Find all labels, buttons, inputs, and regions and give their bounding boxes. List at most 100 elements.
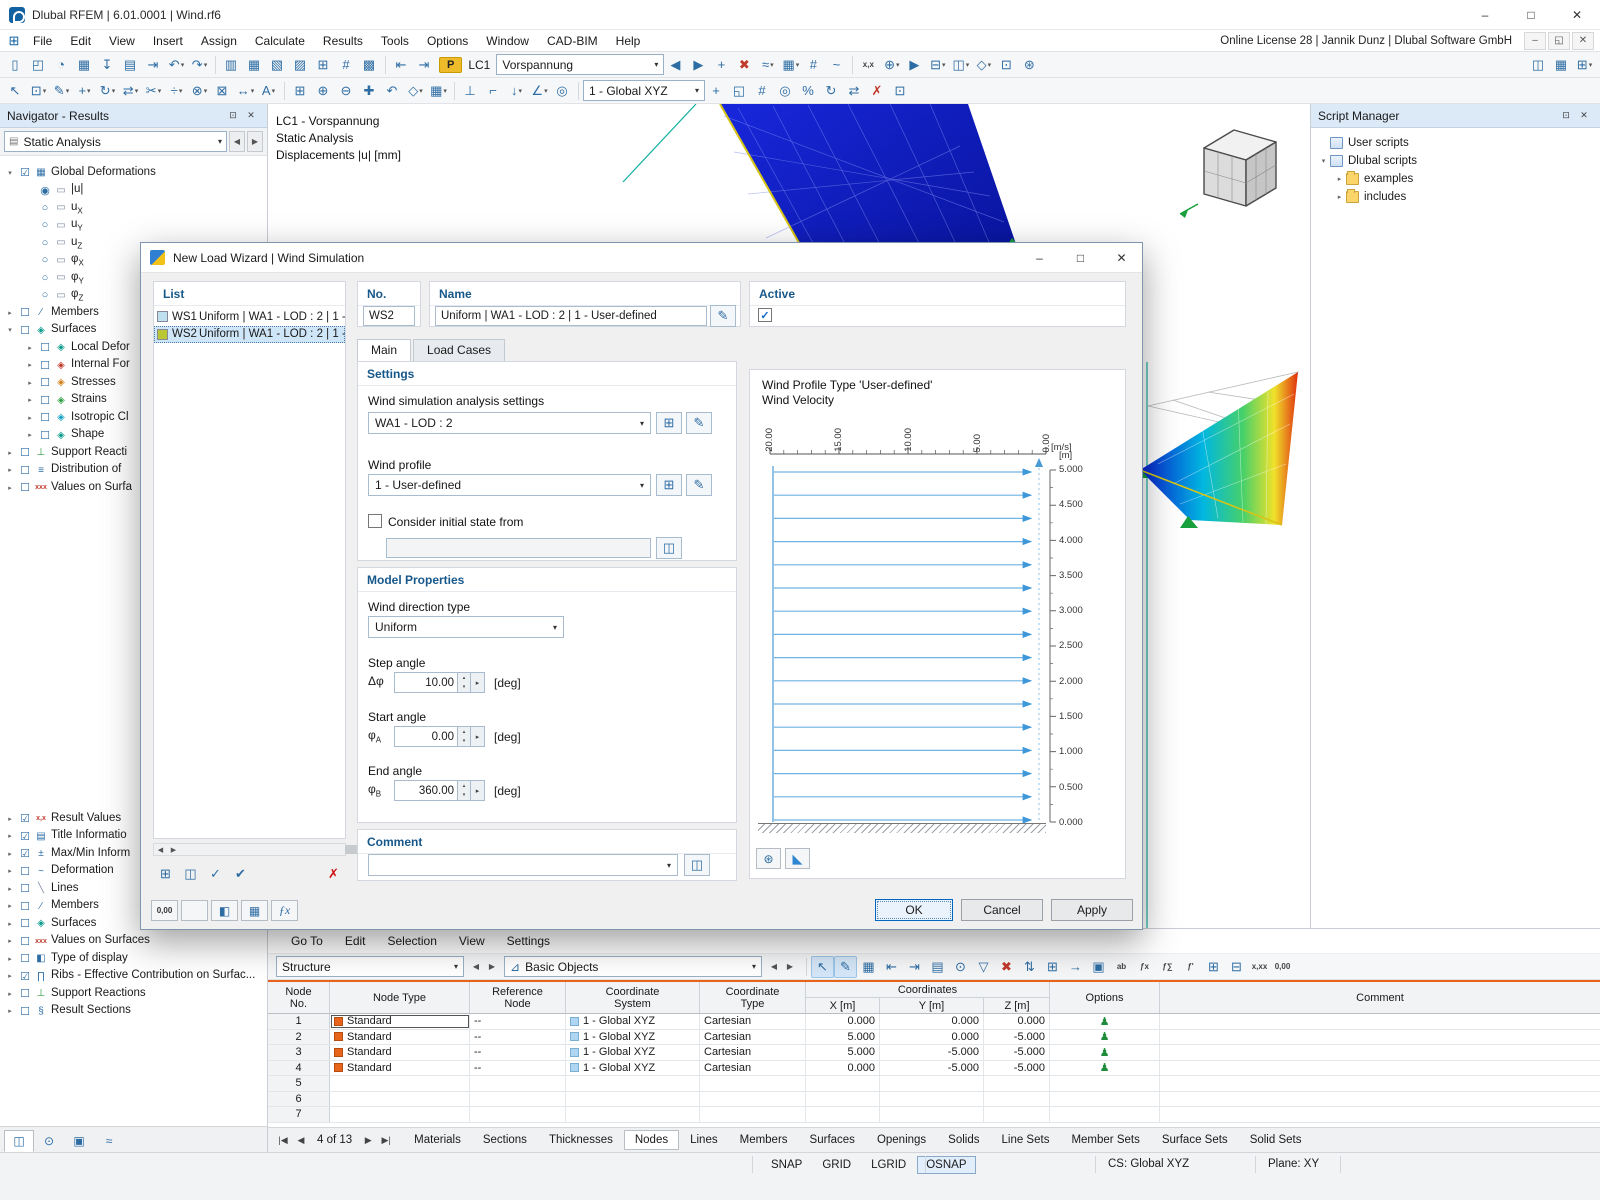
app-menu-icon[interactable]: ⊞ — [4, 33, 24, 49]
values-on-surfaces-icon[interactable]: x,x — [857, 54, 880, 76]
step-angle-step-button[interactable]: ▸ — [471, 672, 485, 693]
end-angle-input[interactable]: 360.00 — [394, 780, 458, 801]
table-row[interactable]: 5 ♟ — [268, 1076, 1600, 1092]
edit-load-cases-icon[interactable]: + — [710, 54, 733, 76]
tree-item[interactable]: ○ ▭ uY — [0, 217, 267, 235]
float-panel-icon[interactable]: ⊡ — [224, 108, 242, 124]
check-icon[interactable]: ☐ — [17, 306, 33, 319]
move-row-icon[interactable]: ⇅ — [1018, 956, 1041, 978]
analysis-settings-combo[interactable]: WA1 - LOD : 2 ▾ — [368, 412, 651, 434]
divide-icon[interactable]: ÷▾ — [165, 80, 188, 102]
previous-table-icon[interactable]: ◀ — [292, 1135, 310, 1146]
edit-wind-profile-button[interactable]: ✎ — [686, 474, 712, 496]
delete-results-icon[interactable]: ✖ — [733, 54, 756, 76]
expander-icon[interactable]: ▾ — [3, 169, 17, 177]
graphic-printing-icon[interactable]: ⊞ — [312, 54, 335, 76]
filter-icon[interactable]: ▽ — [972, 956, 995, 978]
zoom-window-icon[interactable]: ⊞ — [289, 80, 312, 102]
menu-item[interactable]: Insert — [144, 30, 192, 51]
name-field[interactable]: Uniform | WA1 - LOD : 2 | 1 - User-defin… — [435, 306, 707, 326]
charts-tab-icon[interactable]: ≈ — [94, 1130, 124, 1152]
load-cases-icon[interactable]: ⇥ — [413, 54, 436, 76]
rename-button[interactable]: ✎ — [710, 305, 736, 327]
load-case-combo[interactable]: Vorspannung ▾ — [496, 54, 664, 75]
statistics-icon[interactable]: ƒ' — [1179, 956, 1202, 978]
check-icon[interactable]: ☐ — [17, 1005, 33, 1018]
check-icon[interactable]: ☐ — [17, 900, 33, 913]
table-tab[interactable]: Solid Sets — [1239, 1130, 1313, 1150]
deformation-scale-icon[interactable]: ~ — [825, 54, 848, 76]
comment-browse-button[interactable]: ◫ — [684, 854, 710, 876]
check-icon[interactable]: ☑ — [17, 970, 33, 983]
objects-combo[interactable]: ⊿ Basic Objects ▾ — [504, 956, 762, 977]
check-icon[interactable]: ☑ — [17, 847, 33, 860]
edit-analysis-settings-button[interactable]: ✎ — [686, 412, 712, 434]
export-table-icon[interactable]: ⇥ — [903, 956, 926, 978]
new-load-case-icon[interactable]: ⇤ — [390, 54, 413, 76]
minimize-panels-icon[interactable]: – — [1524, 32, 1546, 50]
dialog-minimize-button[interactable]: – — [1019, 243, 1060, 272]
pan-icon[interactable]: ✚ — [358, 80, 381, 102]
expander-icon[interactable]: ▸ — [3, 937, 17, 945]
table-tab[interactable]: Nodes — [624, 1130, 679, 1150]
check-icon[interactable]: ☐ — [17, 324, 33, 337]
new-wind-load-icon[interactable]: ⊞ — [153, 863, 178, 886]
structure-back-icon[interactable]: ◀ — [468, 956, 484, 978]
table-tab[interactable]: Member Sets — [1060, 1130, 1150, 1150]
sections-icon[interactable]: # — [335, 54, 358, 76]
select-row-icon[interactable]: ↖ — [811, 956, 834, 978]
tree-item[interactable]: ▸ ☐ ◧ Type of display — [0, 950, 267, 968]
spellcheck-icon[interactable]: ab — [1110, 956, 1133, 978]
result-values-icon[interactable]: # — [802, 54, 825, 76]
list-horizontal-scrollbar[interactable]: ◀▶ — [153, 843, 346, 856]
layout-icon[interactable]: ⊞▾ — [1573, 54, 1596, 76]
check-icon[interactable]: ☑ — [17, 830, 33, 843]
table-tab[interactable]: Surface Sets — [1151, 1130, 1239, 1150]
formula-button[interactable]: ƒx — [271, 900, 298, 921]
expander-icon[interactable]: ▸ — [23, 414, 37, 422]
display-options-button[interactable]: ◧ — [211, 900, 238, 921]
guide-objects-icon[interactable]: ◎ — [551, 80, 574, 102]
save-icon[interactable]: ↧ — [96, 54, 119, 76]
expander-icon[interactable]: ▸ — [3, 972, 17, 980]
initial-state-checkbox[interactable] — [368, 514, 382, 528]
menu-item[interactable]: Options — [418, 30, 477, 51]
decimal-places-button[interactable]: 0,00 — [151, 900, 178, 921]
undo-icon[interactable]: ↶▾ — [165, 54, 188, 76]
expander-icon[interactable]: ▸ — [23, 431, 37, 439]
expander-icon[interactable]: ▸ — [3, 449, 17, 457]
coordinate-system-icon[interactable]: + — [705, 80, 728, 102]
expander-icon[interactable]: ▸ — [23, 361, 37, 369]
result-tables-icon[interactable]: ▦▾ — [779, 54, 802, 76]
check-icon[interactable]: ☐ — [37, 376, 53, 389]
scroll-right-icon[interactable]: ▶ — [167, 844, 180, 855]
check-icon[interactable]: ☐ — [17, 464, 33, 477]
fullscreen-table-icon[interactable]: ▣ — [1087, 956, 1110, 978]
tables-button[interactable]: ▦ — [241, 900, 268, 921]
last-table-icon[interactable]: ▶| — [377, 1135, 395, 1146]
menu-item[interactable]: Tools — [372, 30, 418, 51]
expander-icon[interactable]: ▸ — [23, 396, 37, 404]
table-menu-item[interactable]: Selection — [377, 934, 448, 948]
sum-function-icon[interactable]: ƒ∑ — [1156, 956, 1179, 978]
limit-values-icon[interactable]: ⊕▾ — [880, 54, 903, 76]
menu-item[interactable]: Results — [314, 30, 372, 51]
check-icon[interactable]: ☐ — [37, 359, 53, 372]
clipping-plane-icon[interactable]: ⊟▾ — [926, 54, 949, 76]
animation-icon[interactable]: ▶ — [903, 54, 926, 76]
loads-icon[interactable]: ↓▾ — [505, 80, 528, 102]
views-tab-icon[interactable]: ▣ — [64, 1130, 94, 1152]
script-tree-item[interactable]: ▸ examples — [1311, 170, 1600, 188]
connect-icon[interactable]: ⊗▾ — [188, 80, 211, 102]
script-tree-item[interactable]: ▾ Dlubal scripts — [1311, 152, 1600, 170]
check-icon[interactable]: ☐ — [37, 411, 53, 424]
structure-forward-icon[interactable]: ▶ — [484, 956, 500, 978]
table-row[interactable]: 7 ♟ — [268, 1107, 1600, 1123]
wind-direction-combo[interactable]: Uniform ▾ — [368, 616, 564, 638]
cancel-button[interactable]: Cancel — [961, 899, 1043, 921]
expander-icon[interactable]: ▸ — [3, 309, 17, 317]
check-icon[interactable]: ○ — [37, 254, 53, 266]
rotate-icon[interactable]: ↻▾ — [96, 80, 119, 102]
structure-combo[interactable]: Structure ▾ — [276, 956, 464, 977]
check-icon[interactable]: ☐ — [17, 935, 33, 948]
